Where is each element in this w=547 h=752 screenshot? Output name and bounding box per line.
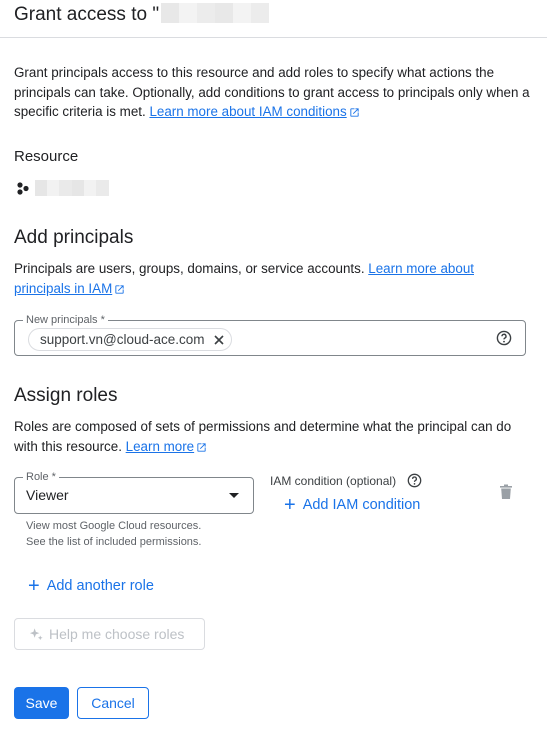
iam-conditions-link[interactable]: Learn more about IAM conditions — [149, 104, 359, 119]
save-button[interactable]: Save — [14, 687, 69, 719]
add-iam-condition-button[interactable]: + Add IAM condition — [284, 494, 421, 516]
plus-icon: + — [28, 575, 40, 597]
external-link-icon — [115, 284, 124, 294]
add-iam-condition-label: Add IAM condition — [302, 497, 421, 513]
external-link-icon — [350, 108, 359, 117]
remove-chip-icon[interactable] — [213, 334, 225, 346]
plus-icon: + — [284, 494, 296, 516]
role-value: Viewer — [26, 487, 69, 503]
help-icon[interactable] — [496, 330, 512, 346]
cancel-button[interactable]: Cancel — [77, 687, 149, 719]
resource-heading: Resource — [14, 148, 79, 165]
resource-dots-icon — [17, 181, 29, 195]
dialog-title-text: Grant access to " — [14, 4, 160, 25]
principal-chip-label: support.vn@cloud-ace.com — [40, 332, 205, 347]
dialog-header: Grant access to " — [0, 0, 547, 38]
redacted-resource-name — [161, 2, 270, 23]
help-me-choose-roles-button[interactable]: Help me choose roles — [14, 618, 205, 650]
condition-help-icon[interactable] — [407, 473, 422, 488]
role-hint-line-2: See the list of included permissions. — [26, 536, 202, 548]
new-principals-field[interactable]: New principals * support.vn@cloud-ace.co… — [14, 313, 526, 356]
principals-description-text: Principals are users, groups, domains, o… — [14, 261, 365, 276]
roles-learn-more-link[interactable]: Learn more — [126, 439, 207, 454]
intro-text: Grant principals access to this resource… — [14, 63, 534, 122]
assign-roles-heading: Assign roles — [14, 385, 118, 406]
delete-role-icon[interactable] — [499, 484, 513, 500]
iam-conditions-link-label: Learn more about IAM conditions — [149, 104, 347, 119]
roles-description: Roles are composed of sets of permission… — [14, 417, 534, 456]
principal-chip[interactable]: support.vn@cloud-ace.com — [28, 328, 232, 351]
role-select[interactable]: Role * Viewer — [14, 470, 254, 514]
roles-description-text: Roles are composed of sets of permission… — [14, 419, 512, 454]
resource-row — [16, 180, 109, 196]
role-hint-line-1: View most Google Cloud resources. — [26, 520, 202, 532]
roles-learn-more-label: Learn more — [125, 438, 195, 454]
sparkle-icon — [29, 627, 43, 640]
role-hint: View most Google Cloud resources. See th… — [26, 518, 201, 550]
iam-condition-label: IAM condition (optional) — [270, 472, 396, 492]
new-principals-label: New principals * — [23, 313, 108, 327]
iam-condition-label-text: IAM condition (optional) — [270, 474, 397, 488]
dropdown-caret-icon — [229, 493, 239, 498]
add-principals-heading: Add principals — [14, 227, 134, 248]
add-another-role-label: Add another role — [46, 578, 154, 594]
role-label: Role * — [23, 470, 59, 484]
add-another-role-button[interactable]: + Add another role — [28, 575, 154, 597]
redacted-resource-id — [35, 180, 109, 196]
help-me-choose-roles-label: Help me choose roles — [49, 626, 185, 642]
dialog-title: Grant access to " — [14, 2, 270, 26]
external-link-icon — [197, 442, 206, 452]
principals-description: Principals are users, groups, domains, o… — [14, 259, 529, 298]
